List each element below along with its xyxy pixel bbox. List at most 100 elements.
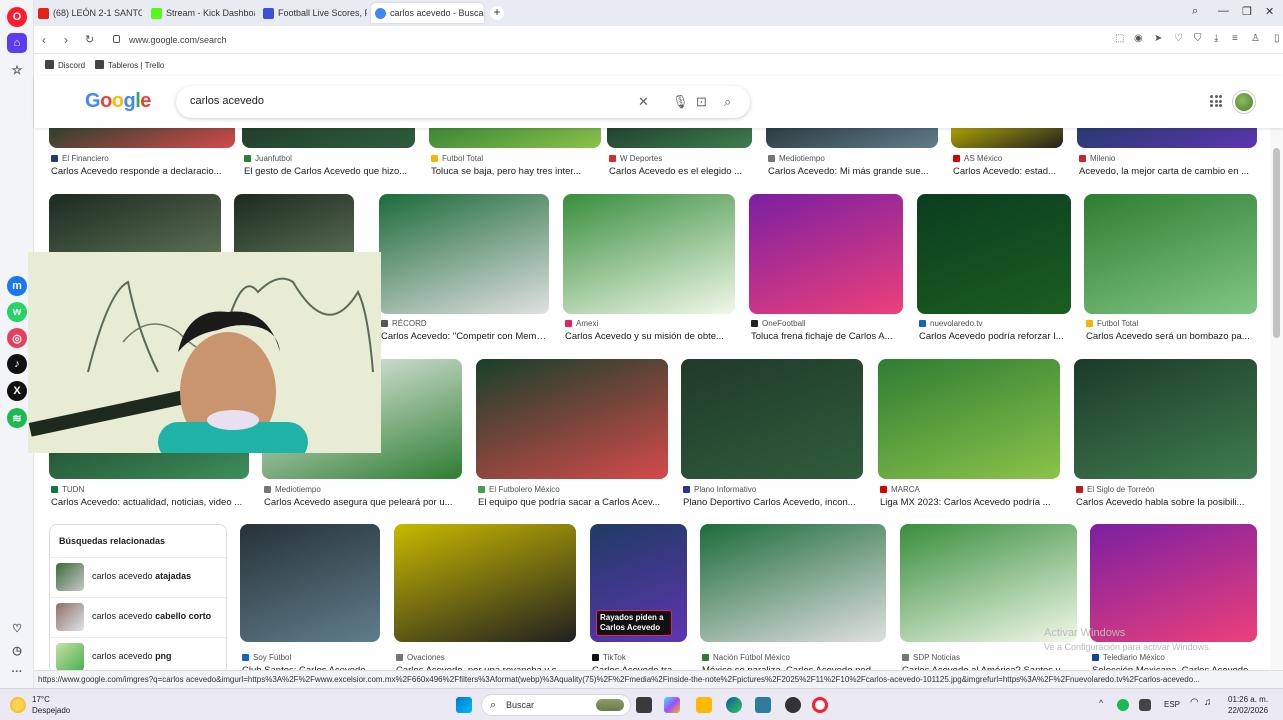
result-title[interactable]: El gesto de Carlos Acevedo que hizo... xyxy=(244,166,417,177)
opera-taskbar-icon[interactable] xyxy=(812,697,828,713)
messenger-icon[interactable]: m xyxy=(7,276,27,296)
app-icon[interactable] xyxy=(785,697,801,713)
opera-logo-icon[interactable]: O xyxy=(7,7,27,27)
result-title[interactable]: Carlos Acevedo: "Competir con Memo ... xyxy=(381,331,551,342)
weather-icon[interactable] xyxy=(10,697,26,713)
result-source[interactable]: TikTok xyxy=(592,653,626,662)
result-image[interactable] xyxy=(1090,524,1257,642)
result-source[interactable]: RÉCORD xyxy=(381,319,427,328)
related-item[interactable]: carlos acevedo cabello corto xyxy=(50,597,226,635)
menu-icon[interactable]: ≡ xyxy=(1232,33,1238,44)
result-title[interactable]: Carlos Acevedo habla sobre la posibili..… xyxy=(1076,497,1259,508)
sidebar-toggle-icon[interactable]: ▯ xyxy=(1274,33,1280,44)
tray-app-icon[interactable] xyxy=(1117,699,1129,711)
snapshot-icon[interactable]: ⬚ xyxy=(1115,33,1124,44)
result-title[interactable]: Carlos Acevedo: Mi más grande sue... xyxy=(768,166,940,177)
tab-football[interactable]: Football Live Scores, Fixtu xyxy=(259,3,367,23)
result-title[interactable]: Carlos Acevedo responde a declaracio... xyxy=(51,166,237,177)
maximize-icon[interactable]: ❐ xyxy=(1242,5,1252,18)
result-image[interactable] xyxy=(607,128,752,148)
result-title[interactable]: Acevedo, la mejor carta de cambio en ... xyxy=(1079,166,1259,177)
result-title[interactable]: Carlos Acevedo será un bombazo pa... xyxy=(1086,331,1259,342)
copilot-icon[interactable] xyxy=(664,697,680,713)
file-explorer-icon[interactable] xyxy=(696,697,712,713)
instagram-icon[interactable]: ◎ xyxy=(7,328,27,348)
result-source[interactable]: El Siglo de Torreón xyxy=(1076,485,1154,494)
url-field[interactable]: www.google.com/search xyxy=(107,31,1107,49)
related-item[interactable]: carlos acevedo atajadas xyxy=(50,557,226,595)
page-scrollbar[interactable] xyxy=(1270,128,1283,670)
result-source[interactable]: Plano Informativo xyxy=(683,485,756,494)
result-source[interactable]: Nación Fútbol México xyxy=(702,653,790,662)
result-image[interactable] xyxy=(700,524,886,642)
result-image[interactable] xyxy=(394,524,576,642)
result-image[interactable] xyxy=(379,194,549,314)
search-icon[interactable]: ⌕ xyxy=(724,94,731,110)
result-image[interactable] xyxy=(242,128,415,148)
back-icon[interactable]: ‹ xyxy=(42,33,46,47)
tab-google-search[interactable]: carlos acevedo - Buscar c✕ xyxy=(371,3,484,23)
result-source[interactable]: El Futbolero México xyxy=(478,485,560,494)
result-image[interactable] xyxy=(240,524,380,642)
heart-outline-icon[interactable]: ♡ xyxy=(1174,33,1183,44)
avatar[interactable] xyxy=(1233,91,1255,113)
lens-icon[interactable]: ⊡ xyxy=(696,94,707,110)
search-tabs-icon[interactable]: ⌕ xyxy=(1192,5,1198,18)
weather-widget[interactable]: 17°C Despejado xyxy=(32,694,70,716)
microphone-icon[interactable]: 🎙 xyxy=(672,94,689,110)
result-image[interactable] xyxy=(681,359,863,479)
result-source[interactable]: Milenio xyxy=(1079,154,1115,163)
result-image[interactable] xyxy=(766,128,938,148)
volume-icon[interactable]: ♫ xyxy=(1204,697,1212,708)
result-image[interactable] xyxy=(917,194,1071,314)
x-icon[interactable]: X xyxy=(7,381,27,401)
result-image[interactable] xyxy=(1077,128,1257,148)
result-image[interactable] xyxy=(1084,194,1257,314)
tray-app-icon[interactable] xyxy=(1139,699,1151,711)
more-icon[interactable]: ··· xyxy=(7,662,27,682)
tab-kick[interactable]: Stream - Kick Dashboard xyxy=(147,3,255,23)
result-source[interactable]: TUDN xyxy=(51,485,84,494)
pinboard-icon[interactable]: ☆ xyxy=(7,60,27,80)
result-source[interactable]: Ovaciones xyxy=(396,653,445,662)
result-source[interactable]: Amexi xyxy=(565,319,598,328)
clear-icon[interactable]: ✕ xyxy=(638,94,649,110)
result-image[interactable] xyxy=(1074,359,1257,479)
result-source[interactable]: El Financiero xyxy=(51,154,109,163)
result-image[interactable] xyxy=(476,359,668,479)
bookmark-trello[interactable]: Tableros | Trello xyxy=(108,61,164,70)
whatsapp-icon[interactable]: w xyxy=(7,302,27,322)
camera-icon[interactable]: ◉ xyxy=(1134,33,1143,44)
scrollbar-thumb[interactable] xyxy=(1273,148,1280,338)
wifi-icon[interactable]: ◠ xyxy=(1190,697,1199,708)
result-source[interactable]: Futbol Total xyxy=(1086,319,1138,328)
result-source[interactable]: Juanfutbol xyxy=(244,154,292,163)
result-source[interactable]: Mediotiempo xyxy=(264,485,321,494)
result-source[interactable]: W Deportes xyxy=(609,154,662,163)
download-icon[interactable]: ⤓ xyxy=(1214,33,1218,44)
result-title[interactable]: Carlos Acevedo: actualidad, noticias, vi… xyxy=(51,497,251,508)
result-image[interactable] xyxy=(749,194,903,314)
send-icon[interactable]: ➤ xyxy=(1154,33,1162,44)
result-image[interactable] xyxy=(900,524,1077,642)
result-image[interactable] xyxy=(429,128,601,148)
result-title[interactable]: Carlos Acevedo podría reforzar I... xyxy=(919,331,1073,342)
tiktok-icon[interactable]: ♪ xyxy=(7,354,27,374)
minimize-icon[interactable]: — xyxy=(1218,5,1229,17)
result-title[interactable]: Carlos Acevedo asegura que peleará por u… xyxy=(264,497,464,508)
result-source[interactable]: SDP Noticias xyxy=(902,653,960,662)
windows-start-icon[interactable] xyxy=(456,697,472,713)
google-logo[interactable]: Google xyxy=(85,90,151,113)
spotify-icon[interactable]: ≋ xyxy=(7,408,27,428)
google-apps-icon[interactable] xyxy=(1210,95,1222,107)
forward-icon[interactable]: › xyxy=(64,33,68,47)
language-indicator[interactable]: ESP xyxy=(1164,700,1180,709)
task-view-icon[interactable] xyxy=(636,697,652,713)
store-icon[interactable] xyxy=(755,697,771,713)
result-title[interactable]: Toluca se baja, pero hay tres inter... xyxy=(431,166,603,177)
result-image[interactable] xyxy=(563,194,735,314)
result-title[interactable]: Carlos Acevedo y su misión de obte... xyxy=(565,331,737,342)
close-window-icon[interactable]: ✕ xyxy=(1265,5,1274,18)
result-source[interactable]: Soy Fútbol xyxy=(242,653,291,662)
search-box[interactable]: carlos acevedo ✕ 🎙 ⊡ ⌕ xyxy=(176,86,750,118)
